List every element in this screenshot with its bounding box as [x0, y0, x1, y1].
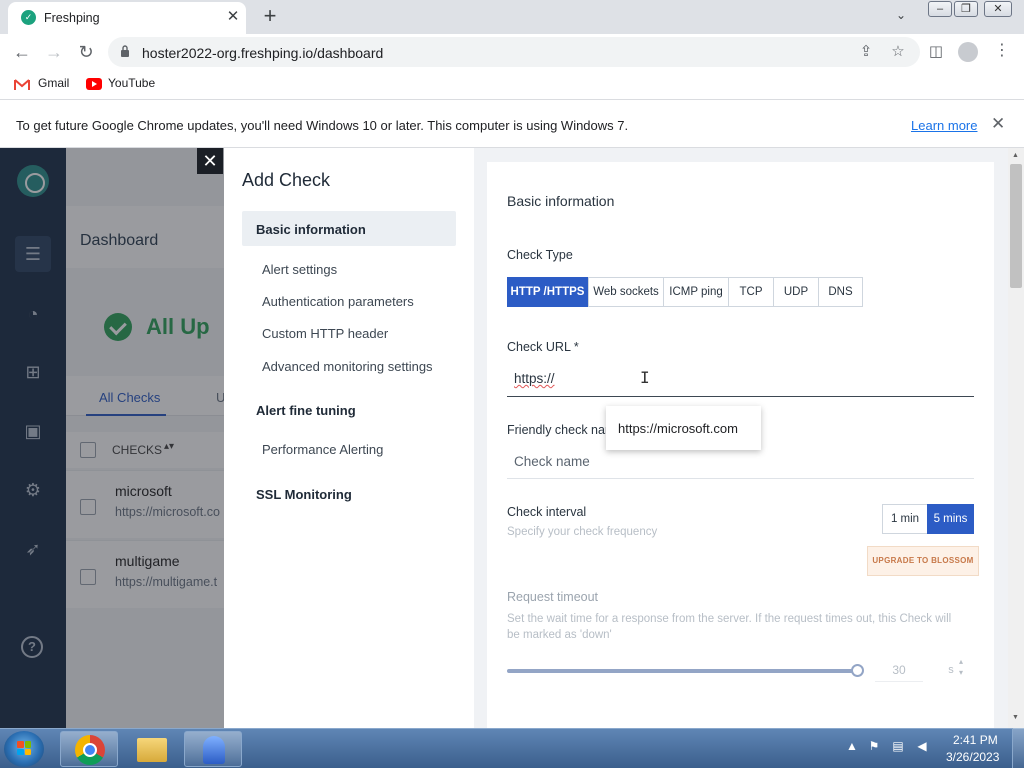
freshping-favicon-icon: ✓ — [21, 10, 36, 25]
url-text: hoster2022-org.freshping.io/dashboard — [142, 45, 384, 61]
check-url-input[interactable]: https:// — [507, 360, 974, 397]
learn-more-link[interactable]: Learn more — [911, 118, 977, 133]
tab-strip: ✓ Freshping ✕ + ⌄ – ❐ ✕ — [0, 0, 1024, 34]
check-type-dns[interactable]: DNS — [818, 277, 863, 307]
check-type-http[interactable]: HTTP /HTTPS — [507, 277, 588, 307]
taskbar-explorer[interactable] — [122, 731, 180, 767]
modal-title: Add Check — [242, 170, 331, 190]
nav-basic-information[interactable]: Basic information — [256, 222, 366, 237]
update-infobar: To get future Google Chrome updates, you… — [0, 102, 1024, 148]
browser-tab[interactable]: ✓ Freshping ✕ — [8, 2, 246, 34]
nav-custom-http-header[interactable]: Custom HTTP header — [262, 326, 388, 341]
timeout-slider-thumb[interactable] — [851, 664, 864, 677]
clock-date[interactable]: 3/26/2023 — [946, 750, 999, 764]
check-type-label: Check Type — [507, 248, 573, 262]
taskbar-chrome[interactable] — [60, 731, 118, 767]
app-icon — [203, 736, 225, 764]
check-type-icmp[interactable]: ICMP ping — [663, 277, 729, 307]
bookmark-gmail[interactable]: Gmail — [38, 76, 69, 90]
timeout-unit-stepper[interactable]: s ▴ ▾ — [935, 656, 967, 682]
friendly-name-label: Friendly check nam — [507, 423, 616, 437]
volume-icon[interactable]: ◀ — [914, 738, 930, 754]
nav-ssl-monitoring[interactable]: SSL Monitoring — [256, 487, 352, 502]
add-check-nav: Add Check Basic information Alert settin… — [224, 148, 474, 728]
tab-title: Freshping — [44, 11, 100, 25]
nav-alert-settings[interactable]: Alert settings — [262, 262, 337, 277]
check-interval-help: Specify your check frequency — [507, 526, 658, 538]
share-icon[interactable]: ⇪ — [856, 42, 876, 62]
gmail-icon — [14, 79, 30, 90]
forward-icon[interactable]: → — [42, 40, 66, 64]
bookmark-star-icon[interactable]: ☆ — [888, 42, 908, 62]
bookmark-youtube[interactable]: YouTube — [108, 76, 155, 90]
action-center-icon[interactable]: ⚑ — [866, 738, 882, 754]
upgrade-button[interactable]: UPGRADE TO BLOSSOM — [867, 546, 979, 576]
chrome-menu-icon[interactable]: ⋮ — [994, 41, 1010, 61]
timeout-slider-track[interactable] — [507, 669, 857, 673]
tab-search-chevron-icon[interactable]: ⌄ — [896, 8, 906, 22]
address-bar[interactable]: hoster2022-org.freshping.io/dashboard ⇪ … — [108, 37, 920, 67]
scroll-up-icon[interactable]: ▲ — [1012, 152, 1019, 159]
clock-time[interactable]: 2:41 PM — [953, 733, 998, 747]
folder-icon — [137, 738, 167, 762]
nav-alert-fine-tuning[interactable]: Alert fine tuning — [256, 403, 356, 418]
scroll-down-icon[interactable]: ▼ — [1012, 714, 1019, 721]
scroll-thumb[interactable] — [1010, 164, 1022, 288]
lock-icon — [121, 45, 129, 57]
interval-5-mins[interactable]: 5 mins — [927, 504, 974, 534]
check-type-tcp[interactable]: TCP — [728, 277, 774, 307]
check-type-udp[interactable]: UDP — [773, 277, 819, 307]
reload-icon[interactable]: ↻ — [74, 40, 98, 64]
autocomplete-suggestion[interactable]: https://microsoft.com — [618, 421, 738, 436]
restore-window-icon[interactable]: ❐ — [954, 1, 978, 17]
new-tab-icon[interactable]: + — [258, 4, 282, 28]
chrome-icon — [75, 735, 105, 765]
timeout-value-input[interactable]: 30 — [875, 658, 923, 682]
page-scrollbar[interactable]: ▲ ▼ — [1008, 148, 1024, 728]
nav-authentication-parameters[interactable]: Authentication parameters — [262, 294, 414, 309]
infobar-message: To get future Google Chrome updates, you… — [16, 118, 629, 133]
tray-expand-icon[interactable]: ▲ — [844, 738, 860, 754]
browser-toolbar: ← → ↻ hoster2022-org.freshping.io/dashbo… — [0, 34, 1024, 70]
start-button[interactable] — [4, 731, 44, 767]
bookmarks-bar: Gmail YouTube — [0, 70, 1024, 100]
interval-1-min[interactable]: 1 min — [882, 504, 928, 534]
stepper-arrows-icon[interactable]: ▴ ▾ — [959, 656, 963, 678]
modal-close-icon[interactable]: ✕ — [197, 148, 223, 174]
youtube-icon — [86, 78, 102, 90]
nav-performance-alerting[interactable]: Performance Alerting — [262, 442, 383, 457]
show-desktop-button[interactable] — [1012, 728, 1024, 768]
close-window-icon[interactable]: ✕ — [984, 1, 1012, 17]
check-url-label: Check URL * — [507, 340, 579, 354]
url-autocomplete-dropdown: https://microsoft.com — [606, 406, 761, 450]
request-timeout-label: Request timeout — [507, 590, 599, 604]
back-icon[interactable]: ← — [10, 40, 34, 64]
check-interval-label: Check interval — [507, 505, 587, 519]
timeout-unit: s — [948, 664, 954, 676]
friendly-name-placeholder: Check name — [514, 454, 590, 469]
profile-avatar-icon[interactable] — [958, 42, 978, 62]
check-type-websockets[interactable]: Web sockets — [588, 277, 664, 307]
tab-close-icon[interactable]: ✕ — [224, 8, 242, 26]
minimize-window-icon[interactable]: – — [928, 1, 952, 17]
text-cursor-icon: I — [640, 368, 650, 387]
network-icon[interactable]: ▤ — [890, 738, 906, 754]
nav-advanced-monitoring[interactable]: Advanced monitoring settings — [262, 359, 433, 374]
check-url-value: https:// — [514, 371, 555, 386]
request-timeout-help: Set the wait time for a response from th… — [507, 613, 952, 641]
side-panel-icon[interactable]: ◫ — [926, 42, 946, 62]
infobar-close-icon[interactable]: ✕ — [991, 114, 1005, 134]
taskbar-app[interactable] — [184, 731, 242, 767]
windows-logo-icon — [17, 741, 31, 755]
section-title: Basic information — [507, 193, 615, 209]
